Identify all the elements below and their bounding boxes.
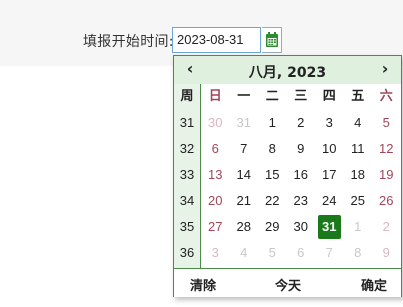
week-number: 34 — [179, 193, 195, 208]
day-cell[interactable]: 9 — [287, 136, 316, 162]
day-cell[interactable]: 2 — [287, 110, 316, 136]
day-cell[interactable]: 27 — [201, 214, 230, 240]
datepicker-popup: ‹ 八月, 2023 › 周 31 32 33 34 35 36 日 一 二 三… — [173, 55, 402, 297]
datepicker-footer: 清除 今天 确定 — [174, 268, 401, 297]
week-number: 31 — [179, 115, 195, 130]
day-cell[interactable]: 8 — [344, 240, 373, 266]
week-number: 36 — [179, 245, 195, 260]
day-cell[interactable]: 30 — [287, 214, 316, 240]
day-cell[interactable]: 14 — [230, 162, 259, 188]
day-cell[interactable]: 12 — [372, 136, 401, 162]
day-cell[interactable]: 4 — [230, 240, 259, 266]
week-header: 周 — [180, 89, 194, 104]
day-cell[interactable]: 2 — [372, 214, 401, 240]
day-cell[interactable]: 3 — [201, 240, 230, 266]
day-cell[interactable]: 21 — [230, 188, 259, 214]
day-cell[interactable]: 17 — [315, 162, 344, 188]
weekday-thu: 四 — [322, 89, 336, 104]
day-cell[interactable]: 29 — [258, 214, 287, 240]
week-number-column: 周 31 32 33 34 35 36 — [174, 84, 201, 268]
day-cell[interactable]: 26 — [372, 188, 401, 214]
day-cell[interactable]: 5 — [372, 110, 401, 136]
start-time-label: 填报开始时间: — [83, 34, 174, 50]
next-month-button[interactable]: › — [375, 59, 395, 78]
day-cell[interactable]: 19 — [372, 162, 401, 188]
weekday-sun: 日 — [208, 89, 222, 104]
start-date-input[interactable]: 2023-08-31 — [172, 27, 261, 53]
day-cell[interactable]: 1 — [344, 214, 373, 240]
day-cell[interactable]: 31 — [230, 110, 259, 136]
weekday-mon: 一 — [237, 89, 251, 104]
weekday-sat: 六 — [379, 89, 393, 104]
day-cell[interactable]: 3 — [315, 110, 344, 136]
today-button[interactable]: 今天 — [275, 275, 301, 294]
month-title[interactable]: 八月, 2023 — [174, 62, 401, 82]
weekday-fri: 五 — [351, 89, 365, 104]
day-cell[interactable]: 7 — [315, 240, 344, 266]
day-cell[interactable]: 5 — [258, 240, 287, 266]
day-cell[interactable]: 6 — [201, 136, 230, 162]
calendar-grid: 日 一 二 三 四 五 六 30 31 1 2 3 4 5 6 7 8 9 10… — [201, 84, 401, 266]
day-cell[interactable]: 28 — [230, 214, 259, 240]
selected-day-cell[interactable]: 31 — [318, 215, 341, 239]
day-cell[interactable]: 25 — [344, 188, 373, 214]
clear-button[interactable]: 清除 — [190, 275, 216, 294]
day-cell[interactable]: 9 — [372, 240, 401, 266]
weekday-wed: 三 — [294, 89, 308, 104]
day-cell[interactable]: 7 — [230, 136, 259, 162]
week-number: 35 — [179, 219, 195, 234]
day-cell[interactable]: 20 — [201, 188, 230, 214]
datepicker-header: ‹ 八月, 2023 › — [174, 56, 401, 84]
day-cell[interactable]: 16 — [287, 162, 316, 188]
week-number: 33 — [179, 167, 195, 182]
day-cell[interactable]: 15 — [258, 162, 287, 188]
day-cell[interactable]: 8 — [258, 136, 287, 162]
calendar-button[interactable] — [262, 27, 282, 53]
confirm-button[interactable]: 确定 — [361, 275, 387, 294]
day-cell[interactable]: 13 — [201, 162, 230, 188]
calendar-icon — [265, 32, 278, 47]
day-cell[interactable]: 23 — [287, 188, 316, 214]
day-cell[interactable]: 1 — [258, 110, 287, 136]
day-cell[interactable]: 6 — [287, 240, 316, 266]
day-cell[interactable]: 4 — [344, 110, 373, 136]
day-cell[interactable]: 18 — [344, 162, 373, 188]
day-cell[interactable]: 22 — [258, 188, 287, 214]
week-number: 32 — [179, 141, 195, 156]
day-cell[interactable]: 24 — [315, 188, 344, 214]
day-cell[interactable]: 30 — [201, 110, 230, 136]
day-cell[interactable]: 11 — [344, 136, 373, 162]
day-cell[interactable]: 10 — [315, 136, 344, 162]
weekday-tue: 二 — [265, 89, 279, 104]
